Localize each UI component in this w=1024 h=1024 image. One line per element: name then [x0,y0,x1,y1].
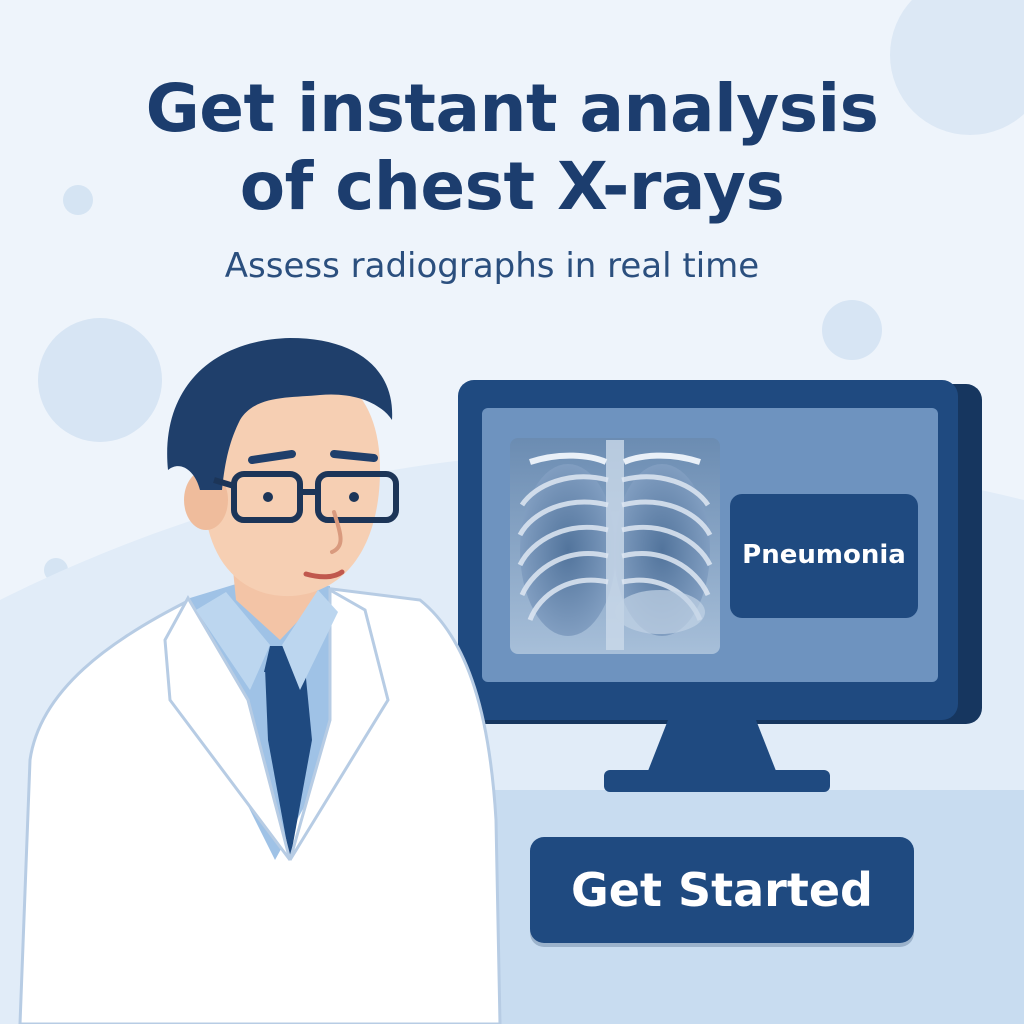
get-started-button[interactable]: Get Started [530,837,914,943]
chest-xray-image [510,438,720,654]
landing-page: Get instant analysis of chest X-rays Ass… [0,0,1024,1024]
diagnosis-result-label: Pneumonia [742,540,906,570]
doctor-illustration [18,338,502,1024]
